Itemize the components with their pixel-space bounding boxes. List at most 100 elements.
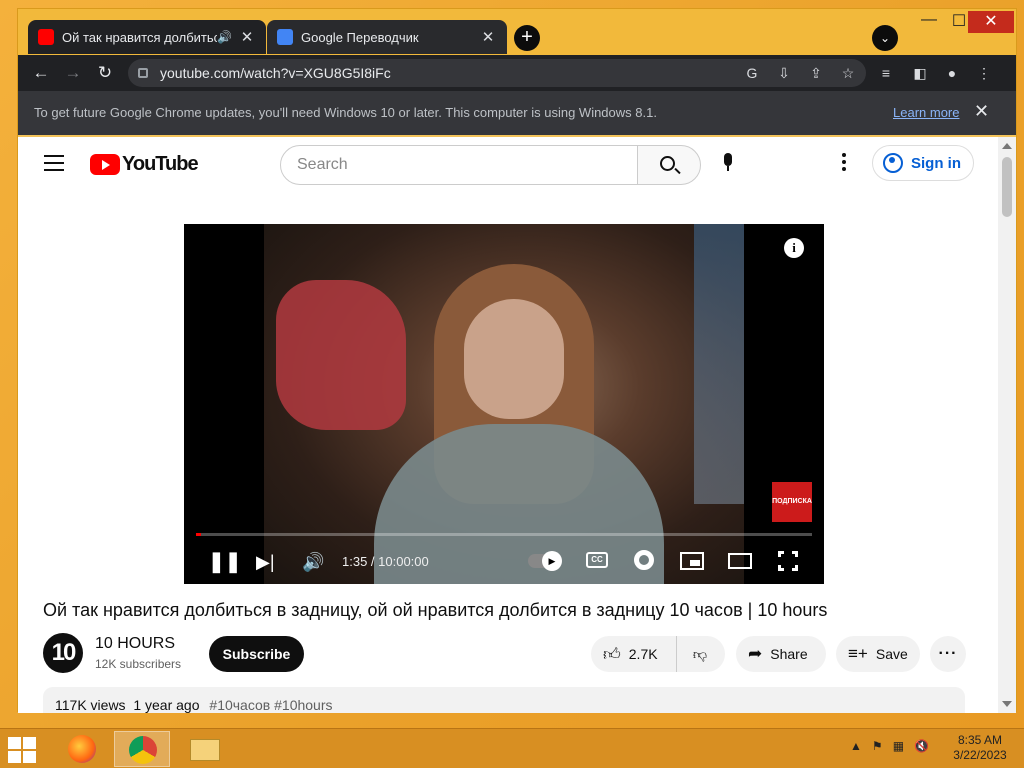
speaker-icon[interactable]: 🔊 bbox=[217, 30, 232, 44]
learn-more-link[interactable]: Learn more bbox=[893, 105, 959, 120]
share-button[interactable]: ➦ Share bbox=[736, 636, 826, 672]
youtube-logo[interactable]: YouTube bbox=[90, 153, 199, 176]
play-icon: ▶ bbox=[542, 551, 562, 571]
tab-title: Ой так нравится долбиться bbox=[62, 29, 218, 45]
fullscreen-icon[interactable] bbox=[778, 551, 798, 571]
chrome-taskbar-button[interactable] bbox=[114, 731, 170, 767]
clock-time: 8:35 AM bbox=[957, 733, 1003, 747]
theater-mode-icon[interactable] bbox=[728, 553, 752, 569]
update-infobar: To get future Google Chrome updates, you… bbox=[18, 91, 1016, 135]
scroll-up-icon[interactable] bbox=[1002, 143, 1012, 149]
youtube-header: YouTube Search Sign in bbox=[18, 137, 998, 193]
side-panel-icon[interactable]: ◧ bbox=[910, 63, 930, 83]
profile-icon[interactable]: ● bbox=[942, 63, 962, 83]
playlist-add-icon: ≡+ bbox=[848, 644, 868, 663]
close-tab-icon[interactable]: ✕ bbox=[238, 28, 256, 46]
taskbar: ▲ ⚑ ▦ 🔇 8:35 AM 3/22/2023 bbox=[0, 728, 1024, 768]
close-window-button[interactable]: ✕ bbox=[968, 11, 1014, 33]
share-arrow-icon: ➦ bbox=[748, 644, 763, 663]
thumbs-down-icon: 👎︎ bbox=[692, 645, 708, 662]
thumbs-up-icon: 👍︎ bbox=[603, 644, 621, 664]
tab-search-button[interactable]: ⌄ bbox=[872, 25, 898, 51]
scroll-down-icon[interactable] bbox=[1002, 701, 1012, 707]
progress-bar[interactable] bbox=[196, 533, 812, 536]
clock-date: 3/22/2023 bbox=[953, 748, 1007, 762]
subscribe-watermark[interactable]: ПОДПИСКА bbox=[772, 482, 812, 522]
search-button[interactable] bbox=[637, 145, 701, 185]
miniplayer-icon[interactable] bbox=[680, 552, 704, 570]
chrome-icon bbox=[129, 736, 157, 764]
like-dislike-group: 👍︎ 2.7K 👎︎ bbox=[591, 636, 725, 672]
close-infobar-icon[interactable]: ✕ bbox=[974, 101, 989, 122]
info-icon[interactable]: i bbox=[784, 238, 804, 258]
settings-gear-icon[interactable] bbox=[634, 550, 654, 570]
sign-in-button[interactable]: Sign in bbox=[872, 145, 974, 181]
more-actions-button[interactable]: ··· bbox=[930, 636, 966, 672]
next-icon[interactable]: ▶| bbox=[256, 550, 275, 574]
voice-search-button[interactable] bbox=[722, 153, 734, 175]
youtube-favicon-icon bbox=[38, 29, 54, 45]
channel-name[interactable]: 10 HOURS bbox=[95, 635, 175, 653]
save-button[interactable]: ≡+ Save bbox=[836, 636, 920, 672]
forward-button[interactable]: → bbox=[62, 62, 84, 84]
windows-start-icon[interactable] bbox=[8, 737, 38, 763]
video-player[interactable]: i ПОДПИСКА ❚❚ ▶| 🔊 1:35 / 10:00:00 ▶ CC bbox=[184, 224, 824, 584]
menu-icon[interactable] bbox=[44, 155, 64, 171]
lock-icon[interactable] bbox=[138, 68, 148, 78]
view-count: 117K views bbox=[55, 697, 126, 713]
scroll-thumb[interactable] bbox=[1002, 157, 1012, 217]
reload-button[interactable]: ↻ bbox=[94, 62, 116, 84]
firefox-taskbar-button[interactable] bbox=[54, 731, 110, 767]
file-explorer-taskbar-button[interactable] bbox=[176, 731, 232, 767]
media-control-icon[interactable]: ≡ bbox=[876, 63, 896, 83]
browser-window: Ой так нравится долбиться 🔊 ✕ Google Пер… bbox=[17, 8, 1017, 713]
search-input[interactable]: Search bbox=[280, 145, 638, 185]
upload-age: 1 year ago bbox=[133, 697, 200, 713]
show-hidden-icons-icon[interactable]: ▲ bbox=[850, 739, 862, 753]
close-tab-icon[interactable]: ✕ bbox=[479, 28, 497, 46]
bookmark-star-icon[interactable]: ☆ bbox=[838, 63, 858, 83]
time-display: 1:35 / 10:00:00 bbox=[342, 554, 429, 569]
network-icon[interactable]: ▦ bbox=[893, 739, 904, 753]
firefox-icon bbox=[68, 735, 96, 763]
hashtags[interactable]: #10часов #10hours bbox=[209, 697, 332, 713]
autoplay-toggle[interactable]: ▶ bbox=[528, 551, 562, 571]
share-page-icon[interactable]: ⇪ bbox=[806, 63, 826, 83]
system-clock[interactable]: 8:35 AM 3/22/2023 bbox=[944, 733, 1016, 763]
settings-more-icon[interactable] bbox=[836, 153, 852, 175]
back-button[interactable]: ← bbox=[30, 62, 52, 84]
folder-icon bbox=[190, 739, 220, 761]
youtube-play-icon bbox=[90, 154, 120, 175]
infobar-message: To get future Google Chrome updates, you… bbox=[34, 105, 657, 120]
tab-google-translate[interactable]: Google Переводчик ✕ bbox=[267, 20, 507, 54]
tab-title: Google Переводчик bbox=[301, 29, 419, 45]
browser-toolbar: ← → ↻ youtube.com/watch?v=XGU8G5I8iFc G … bbox=[18, 55, 1016, 91]
minimize-button[interactable]: — bbox=[914, 11, 944, 33]
pause-icon[interactable]: ❚❚ bbox=[208, 550, 242, 574]
dislike-button[interactable]: 👎︎ bbox=[677, 646, 723, 663]
page-scrollbar[interactable] bbox=[998, 137, 1016, 713]
tab-youtube[interactable]: Ой так нравится долбиться 🔊 ✕ bbox=[28, 20, 266, 54]
youtube-page: YouTube Search Sign in i ПОДПИСКА ❚❚ ▶| … bbox=[18, 137, 998, 713]
subscriber-count: 12K subscribers bbox=[95, 657, 182, 671]
subscribe-button[interactable]: Subscribe bbox=[209, 636, 304, 672]
volume-icon[interactable]: 🔊 bbox=[302, 550, 324, 574]
tab-strip: Ой так нравится долбиться 🔊 ✕ Google Пер… bbox=[18, 9, 1016, 55]
video-title: Ой так нравится долбиться в задницу, ой … bbox=[43, 600, 828, 620]
like-button[interactable]: 👍︎ 2.7K bbox=[591, 636, 677, 672]
action-center-flag-icon[interactable]: ⚑ bbox=[872, 739, 883, 753]
account-icon bbox=[883, 153, 903, 173]
captions-button[interactable]: CC bbox=[586, 552, 608, 568]
player-controls: ❚❚ ▶| 🔊 1:35 / 10:00:00 ▶ CC bbox=[184, 542, 824, 582]
chrome-menu-icon[interactable]: ⋮ bbox=[974, 63, 994, 83]
google-lens-icon[interactable]: G bbox=[742, 63, 762, 83]
install-app-icon[interactable]: ⇩ bbox=[774, 63, 794, 83]
description-box[interactable]: 117K views 1 year ago #10часов #10hours bbox=[43, 687, 965, 713]
channel-avatar[interactable]: 10 bbox=[43, 633, 83, 673]
volume-muted-icon[interactable]: 🔇 bbox=[914, 739, 929, 753]
system-tray: ▲ ⚑ ▦ 🔇 bbox=[850, 739, 929, 753]
video-frame bbox=[264, 224, 744, 584]
google-translate-favicon-icon bbox=[277, 29, 293, 45]
new-tab-button[interactable]: + bbox=[514, 25, 540, 51]
search-icon bbox=[660, 156, 675, 171]
